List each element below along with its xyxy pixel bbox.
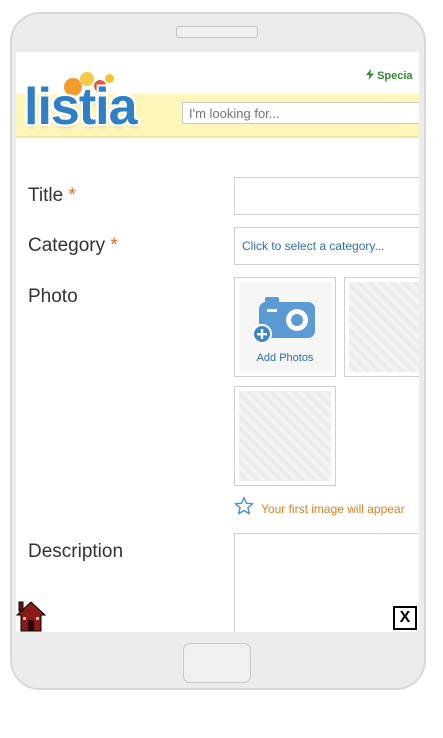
required-mark: *	[110, 235, 118, 256]
add-photos-label: Add Photos	[256, 352, 314, 364]
camera-add-icon	[252, 297, 315, 344]
photo-slot-placeholder	[239, 391, 331, 481]
phone-home-button[interactable]	[183, 643, 251, 683]
category-select[interactable]: Click to select a category...	[234, 227, 419, 265]
photo-slot-placeholder	[349, 282, 419, 372]
home-icon[interactable]	[16, 600, 46, 632]
title-label-text: Title	[28, 185, 64, 206]
star-outline-icon	[234, 496, 254, 515]
title-input[interactable]	[234, 177, 419, 215]
title-label: Title *	[28, 185, 76, 207]
photo-label: Photo	[28, 286, 78, 307]
special-link[interactable]: Specia	[366, 69, 413, 82]
description-textarea[interactable]	[234, 533, 419, 632]
category-placeholder: Click to select a category...	[242, 239, 385, 253]
phone-speaker	[176, 26, 258, 38]
category-label: Category *	[28, 235, 118, 257]
add-photos-area: Add Photos	[239, 282, 331, 372]
photo-slot[interactable]	[344, 277, 419, 377]
site-header: listia Specia	[16, 52, 419, 138]
add-photos-button[interactable]: Add Photos	[234, 277, 336, 377]
app-screen: listia Specia Title * Category * Click t…	[16, 52, 419, 632]
close-icon[interactable]: X	[393, 606, 417, 630]
special-link-label: Specia	[377, 70, 413, 82]
photo-slot[interactable]	[234, 386, 336, 486]
photo-hint: Your first image will appear	[261, 502, 405, 516]
search-input[interactable]	[182, 102, 419, 124]
lightning-icon	[366, 69, 374, 80]
listia-logo[interactable]: listia	[24, 68, 166, 138]
required-mark: *	[68, 185, 76, 206]
category-label-text: Category	[28, 235, 106, 256]
logo-text: listia	[24, 78, 137, 136]
description-label: Description	[28, 541, 124, 562]
